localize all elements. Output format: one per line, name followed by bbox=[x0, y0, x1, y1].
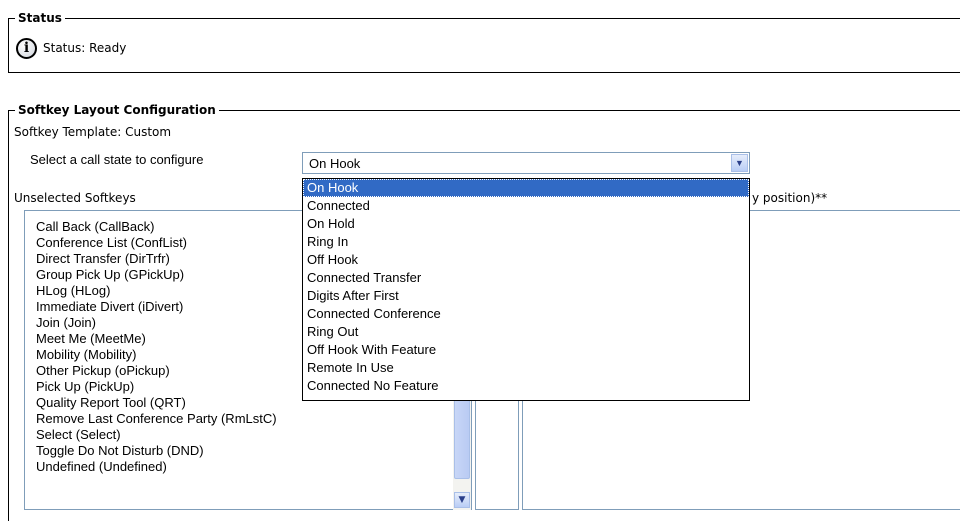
list-item[interactable]: Conference List (ConfList) bbox=[36, 235, 187, 250]
dropdown-option[interactable]: Off Hook With Feature bbox=[303, 341, 749, 359]
list-item[interactable]: Mobility (Mobility) bbox=[36, 347, 136, 362]
dropdown-option[interactable]: Ring Out bbox=[303, 323, 749, 341]
status-legend: Status bbox=[15, 10, 65, 26]
dropdown-option[interactable]: Remote In Use bbox=[303, 359, 749, 377]
call-state-selected-value: On Hook bbox=[309, 156, 361, 171]
dropdown-option[interactable]: Off Hook bbox=[303, 251, 749, 269]
dropdown-option[interactable]: Connected Transfer bbox=[303, 269, 749, 287]
list-item[interactable]: Remove Last Conference Party (RmLstC) bbox=[36, 411, 277, 426]
softkey-template-text: Softkey Template: Custom bbox=[14, 125, 172, 139]
info-icon: i bbox=[16, 37, 37, 59]
unselected-softkeys-label: Unselected Softkeys bbox=[14, 191, 136, 205]
call-state-select[interactable]: On Hook ▼ bbox=[302, 152, 750, 174]
list-item[interactable]: Undefined (Undefined) bbox=[36, 459, 167, 474]
softkey-layout-legend: Softkey Layout Configuration bbox=[15, 102, 219, 118]
list-item[interactable]: Join (Join) bbox=[36, 315, 96, 330]
call-state-select-label: Select a call state to configure bbox=[30, 152, 204, 167]
list-item[interactable]: Immediate Divert (iDivert) bbox=[36, 299, 183, 314]
selected-softkeys-label: y position)** bbox=[752, 191, 828, 205]
dropdown-option[interactable]: Connected No Feature bbox=[303, 377, 749, 395]
list-item[interactable]: Pick Up (PickUp) bbox=[36, 379, 134, 394]
list-item[interactable]: Direct Transfer (DirTrfr) bbox=[36, 251, 170, 266]
list-item[interactable]: Toggle Do Not Disturb (DND) bbox=[36, 443, 204, 458]
list-item[interactable]: Select (Select) bbox=[36, 427, 121, 442]
dropdown-option[interactable]: Connected bbox=[303, 197, 749, 215]
dropdown-option[interactable]: Ring In bbox=[303, 233, 749, 251]
dropdown-option[interactable]: On Hold bbox=[303, 215, 749, 233]
status-fieldset: Status bbox=[8, 10, 960, 73]
status-row: i Status: Ready bbox=[16, 36, 126, 60]
list-item[interactable]: Call Back (CallBack) bbox=[36, 219, 154, 234]
status-text: Status: Ready bbox=[43, 41, 127, 55]
dropdown-option[interactable]: Connected Conference bbox=[303, 305, 749, 323]
dropdown-option[interactable]: On Hook bbox=[303, 179, 749, 197]
list-item[interactable]: Group Pick Up (GPickUp) bbox=[36, 267, 184, 282]
list-item[interactable]: Meet Me (MeetMe) bbox=[36, 331, 146, 346]
list-item[interactable]: Quality Report Tool (QRT) bbox=[36, 395, 186, 410]
list-item[interactable]: Other Pickup (oPickup) bbox=[36, 363, 170, 378]
list-item[interactable]: HLog (HLog) bbox=[36, 283, 110, 298]
scroll-down-icon[interactable]: ▼ bbox=[454, 492, 470, 508]
dropdown-option[interactable]: Digits After First bbox=[303, 287, 749, 305]
call-state-dropdown[interactable]: On Hook Connected On Hold Ring In Off Ho… bbox=[302, 178, 750, 401]
chevron-down-icon[interactable]: ▼ bbox=[731, 154, 748, 172]
